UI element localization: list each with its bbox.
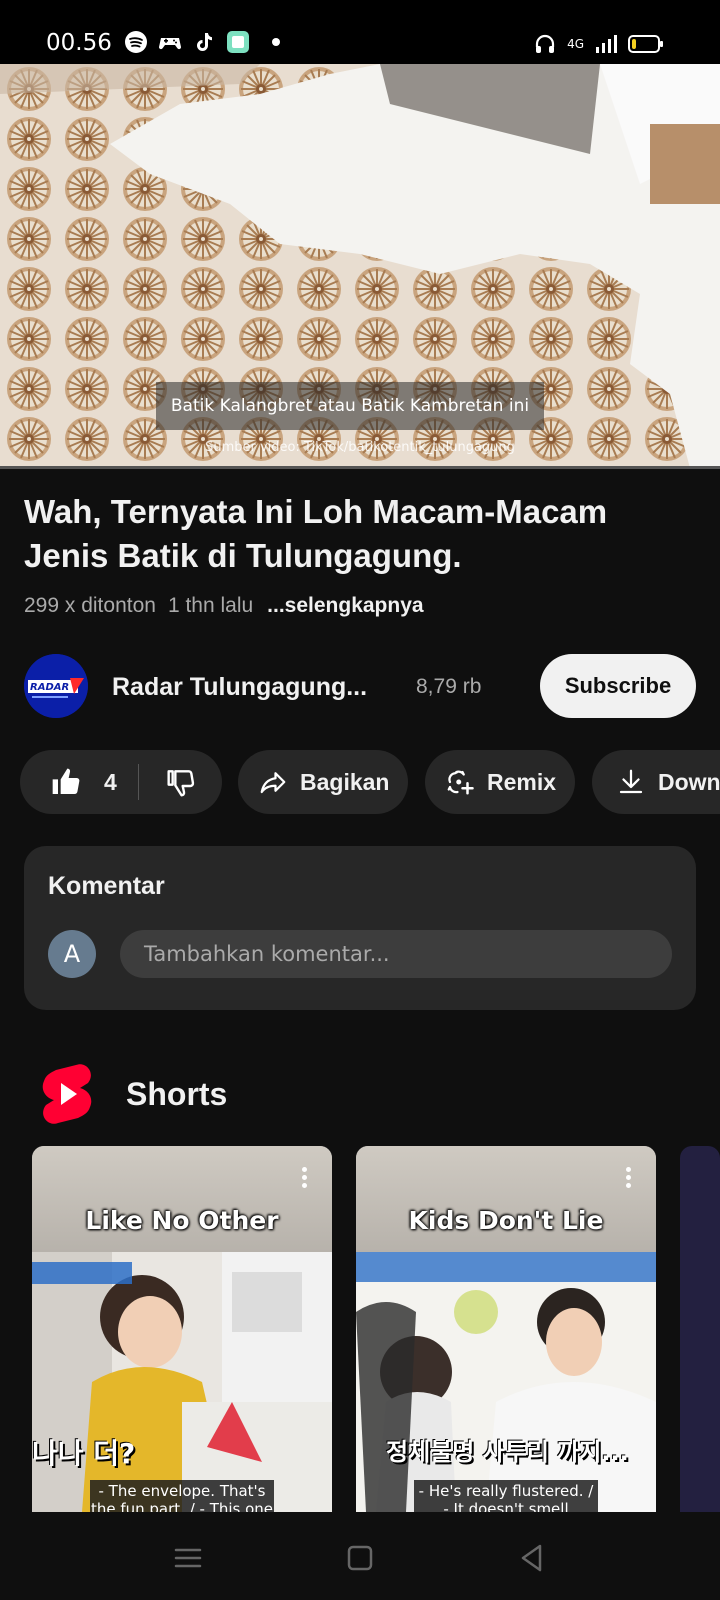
shorts-title: Shorts (126, 1075, 228, 1112)
dot (301, 1183, 307, 1188)
spotify-icon (125, 31, 147, 53)
video-progress-bar[interactable] (0, 466, 720, 469)
thumbs-down-icon (167, 770, 195, 797)
shorts-header: Shorts (40, 1062, 227, 1126)
short-thumbnail (32, 1252, 332, 1512)
comments-panel[interactable]: Komentar A Tambahkan komentar... (24, 846, 696, 1010)
system-icons: 4G (533, 32, 663, 56)
view-count: 299 x ditonton (24, 594, 156, 617)
short-more-options[interactable] (618, 1164, 638, 1192)
channel-name[interactable]: Radar Tulungagung... (112, 673, 367, 702)
short-more-options[interactable] (294, 1164, 314, 1192)
short-card[interactable]: Like No Other 나나 더? - The envelope. That… (32, 1146, 332, 1512)
remix-icon (447, 770, 474, 795)
short-thumbnail-top (32, 1146, 332, 1252)
subscriber-count: 8,79 rb (416, 675, 482, 698)
channel-avatar[interactable]: RADAR (24, 654, 88, 718)
action-bar: 4 Bagikan Remix Download (20, 750, 720, 814)
short-thumbnail (356, 1252, 656, 1512)
short-card-partial[interactable] (680, 1146, 720, 1512)
avatar-text: RADAR (30, 682, 69, 693)
home-nav-icon[interactable] (342, 1540, 378, 1576)
dot (625, 1175, 631, 1180)
short-thumbnail-top (356, 1146, 656, 1252)
system-nav-bar (0, 1512, 720, 1600)
video-caption: Batik Kalangbret atau Batik Kambretan in… (156, 382, 544, 430)
short-subtitle: - He's really flustered. / - It doesn't … (414, 1480, 598, 1512)
tiktok-icon (197, 33, 212, 51)
download-label: Download (658, 768, 720, 795)
short-overlay-text: 정체불명 사투리 까지... (386, 1438, 629, 1466)
dot (625, 1167, 631, 1172)
dot (301, 1167, 307, 1172)
more-notifications-dot (272, 38, 280, 46)
radar-logo-icon: RADAR (24, 654, 88, 718)
headphones-icon (535, 34, 555, 53)
subscribe-button[interactable]: Subscribe (540, 654, 696, 718)
notification-icons (124, 30, 280, 54)
like-button[interactable]: 4 (20, 750, 138, 814)
back-nav-icon[interactable] (514, 1540, 550, 1576)
short-subtitle: - The envelope. That's the fun part. / -… (90, 1480, 274, 1512)
app-icon (227, 31, 249, 53)
like-count: 4 (104, 768, 117, 795)
thumbs-up-icon (52, 768, 80, 795)
remix-button[interactable]: Remix (425, 750, 575, 814)
channel-row: RADAR Radar Tulungagung... 8,79 rb Subsc… (24, 654, 696, 718)
add-comment-input[interactable]: Tambahkan komentar... (120, 930, 672, 978)
download-button[interactable]: Download (592, 750, 720, 814)
remix-label: Remix (487, 768, 557, 795)
signal-icon (596, 35, 617, 53)
dislike-button[interactable] (139, 750, 221, 814)
like-dislike-pill: 4 (20, 750, 222, 814)
share-icon (260, 772, 286, 794)
network-type: 4G (567, 37, 584, 51)
battery-icon (628, 35, 663, 53)
gamepad-icon (158, 38, 182, 50)
upload-age: 1 thn lalu (167, 594, 254, 617)
comments-title: Komentar (48, 872, 165, 900)
video-player[interactable]: Batik Kalangbret atau Batik Kambretan in… (0, 64, 720, 468)
menu-nav-icon[interactable] (170, 1540, 206, 1576)
short-headline: Kids Don't Lie (408, 1206, 604, 1235)
user-avatar: A (48, 930, 96, 978)
dot (625, 1183, 631, 1188)
share-label: Bagikan (300, 768, 390, 795)
short-overlay-text: 나나 더? (32, 1437, 136, 1470)
status-bar: 00.56 4G (0, 0, 720, 64)
short-card[interactable]: Kids Don't Lie 정체불명 사투리 까지... - He's rea… (356, 1146, 656, 1512)
show-more-link[interactable]: ...selengkapnya (267, 594, 423, 618)
shorts-logo-icon (42, 1064, 92, 1124)
share-button[interactable]: Bagikan (238, 750, 408, 814)
dot (301, 1175, 307, 1180)
video-meta[interactable]: 299 x ditonton 1 thn lalu ...selengkapny… (24, 594, 424, 618)
short-headline: Like No Other (85, 1206, 279, 1235)
video-source-watermark: Sumber video: TikTok/batikotentik_tulung… (205, 440, 515, 455)
battery-level (632, 39, 636, 49)
status-time: 00.56 (46, 30, 112, 56)
video-title[interactable]: Wah, Ternyata Ini Loh Macam-Macam Jenis … (24, 490, 696, 578)
download-icon (619, 769, 643, 794)
